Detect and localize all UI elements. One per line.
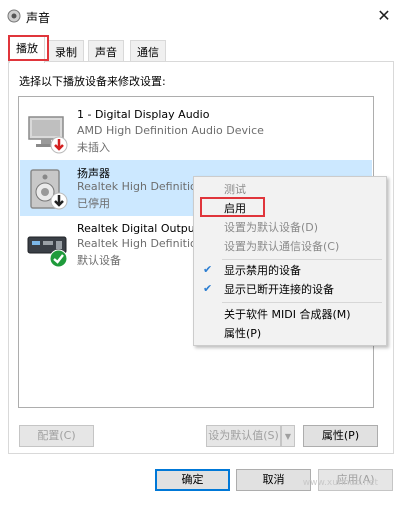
red-down-arrow-icon [50,136,68,154]
cancel-button[interactable]: 取消 [236,469,311,491]
menu-separator [222,302,382,303]
tab-sounds[interactable]: 声音 [88,40,124,62]
menu-item-label: 显示已断开连接的设备 [224,283,334,296]
menu-item-set-default-comm[interactable]: 设置为默认通信设备(C) [194,237,386,256]
black-down-arrow-icon [50,192,68,210]
window-title: 声音 [26,11,51,25]
device-name: 扬声器 [77,167,110,180]
tab-communications[interactable]: 通信 [130,40,166,62]
close-icon[interactable]: ✕ [373,6,395,26]
menu-item-label: 显示禁用的设备 [224,264,301,277]
chevron-down-icon: ▼ [284,432,292,441]
tab-highlight-box [8,35,49,61]
speaker-app-icon [7,9,21,23]
menu-item-about-midi[interactable]: 关于软件 MIDI 合成器(M) [194,305,386,324]
menu-separator [222,259,382,260]
device-status: 默认设备 [77,254,121,267]
properties-button[interactable]: 属性(P) [303,425,378,447]
title-bar [0,0,400,33]
set-default-dropdown[interactable]: ▼ [281,425,295,447]
enable-highlight-box [200,197,265,217]
device-driver: AMD High Definition Audio Device [77,124,264,137]
checkmark-icon: ✔ [203,263,213,276]
set-default-button[interactable]: 设为默认值(S) [206,425,281,447]
device-driver: Realtek High Definition [77,237,204,250]
green-check-icon [49,249,68,268]
device-driver: Realtek High Definition [77,180,204,193]
menu-item-show-disabled[interactable]: ✔ 显示禁用的设备 [194,261,386,280]
device-name: Realtek Digital Output [77,222,200,235]
configure-button[interactable]: 配置(C) [19,425,94,447]
device-status: 未插入 [77,141,110,154]
instruction-text: 选择以下播放设备来修改设置: [19,75,166,88]
menu-item-properties[interactable]: 属性(P) [194,324,386,343]
tab-bar: 播放 录制 声音 通信 [0,34,400,63]
watermark: www.xunhuo.net [302,478,378,488]
menu-item-show-disconnected[interactable]: ✔ 显示已断开连接的设备 [194,280,386,299]
device-status: 已停用 [77,197,110,210]
ok-button[interactable]: 确定 [155,469,230,491]
menu-item-set-default[interactable]: 设置为默认设备(D) [194,218,386,237]
device-name: 1 - Digital Display Audio [77,108,210,121]
device-item[interactable]: 1 - Digital Display Audio AMD High Defin… [20,103,372,159]
tab-recording[interactable]: 录制 [48,40,84,62]
checkmark-icon: ✔ [203,282,213,295]
